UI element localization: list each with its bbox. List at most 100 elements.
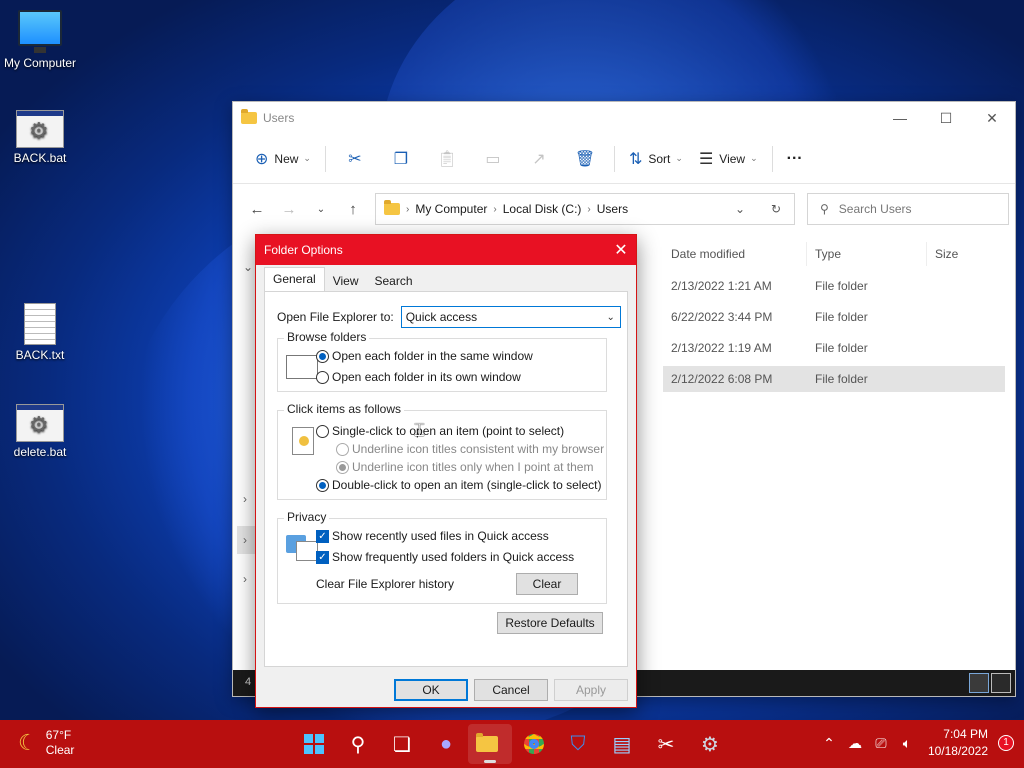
underline-browser-option[interactable]: Underline icon titles consistent with my…	[336, 442, 604, 456]
nav-expand-chevron[interactable]: ›	[243, 572, 247, 586]
privacy-title: Privacy	[284, 510, 330, 524]
column-size[interactable]: Size	[927, 242, 1005, 266]
column-date-modified[interactable]: Date modified	[663, 242, 807, 266]
up-button[interactable]: ↑	[337, 201, 369, 218]
address-bar[interactable]: › My Computer › Local Disk (C:) › Users …	[375, 193, 795, 225]
clear-history-label: Clear File Explorer history	[316, 577, 455, 591]
dialog-tabs: General View Search	[256, 265, 636, 291]
details-view-icon[interactable]	[969, 673, 989, 693]
tab-view[interactable]: View	[325, 271, 367, 291]
weather-widget[interactable]: ☾ 67°F Clear	[18, 728, 74, 758]
file-explorer-taskbar-button[interactable]	[468, 724, 512, 764]
view-button[interactable]: ☰ View ⌄	[691, 143, 766, 175]
table-row-selected[interactable]: 2/12/2022 6:08 PM File folder	[663, 366, 1005, 392]
browse-same-window-option[interactable]: Open each folder in the same window	[316, 349, 533, 363]
notepad-taskbar-button[interactable]: ▤	[600, 724, 644, 764]
clipboard-icon: 📋︎	[436, 150, 458, 168]
cancel-button[interactable]: Cancel	[474, 679, 548, 701]
maximize-button[interactable]: ☐	[923, 102, 969, 134]
camera-chat-icon: ●	[439, 732, 453, 755]
notification-badge[interactable]: 1	[998, 735, 1014, 751]
nav-expand-chevron[interactable]: ⌄	[243, 260, 253, 274]
cut-button[interactable]: ✂	[332, 143, 378, 175]
address-history-icon[interactable]: ⌄	[722, 202, 758, 216]
network-icon[interactable]: ⎚	[868, 735, 894, 752]
close-icon[interactable]: ✕	[606, 240, 636, 260]
desktop-icon-back-txt[interactable]: BACK.txt	[0, 303, 80, 362]
apply-button[interactable]: Apply	[554, 679, 628, 701]
table-row[interactable]: 6/22/2022 3:44 PM File folder	[663, 304, 1005, 330]
nav-expand-chevron[interactable]: ›	[243, 492, 247, 506]
forward-button[interactable]: →	[273, 201, 305, 218]
dialog-titlebar[interactable]: Folder Options ✕	[256, 235, 636, 265]
checkbox-frequent-folders[interactable]: ✓	[316, 550, 329, 564]
chevron-up-icon[interactable]: ⌃	[816, 735, 842, 752]
sort-button[interactable]: ⇅ Sort ⌄	[621, 143, 691, 175]
open-explorer-select[interactable]: Quick access ⌄	[400, 306, 621, 328]
task-view-button[interactable]: ❏	[380, 724, 424, 764]
radio-underline-point[interactable]	[336, 460, 349, 474]
settings-taskbar-button[interactable]: ⚙	[688, 724, 732, 764]
browse-own-window-option[interactable]: Open each folder in its own window	[316, 370, 521, 384]
row-type: File folder	[815, 341, 868, 355]
breadcrumb-users[interactable]: Users	[597, 202, 628, 216]
double-click-option[interactable]: Double-click to open an item (single-cli…	[316, 478, 601, 492]
tab-search[interactable]: Search	[367, 271, 421, 291]
cloud-off-icon[interactable]: ☁	[842, 735, 868, 752]
recent-files-option[interactable]: ✓ Show recently used files in Quick acce…	[316, 529, 549, 543]
address-row: ← → ⌄ ↑ › My Computer › Local Disk (C:) …	[233, 184, 1015, 234]
breadcrumb-my-computer[interactable]: My Computer	[415, 202, 487, 216]
copy-button[interactable]: ❐	[378, 143, 424, 175]
recent-locations-button[interactable]: ⌄	[305, 204, 337, 215]
desktop-icon-delete-bat[interactable]: ⚙ delete.bat	[0, 404, 80, 459]
new-button[interactable]: ⊕ New ⌄	[247, 143, 319, 175]
search-taskbar-button[interactable]: ⚲	[336, 724, 380, 764]
back-button[interactable]: ←	[241, 201, 273, 218]
radio-underline-browser[interactable]	[336, 442, 349, 456]
explorer-titlebar[interactable]: Users — ☐ ✕	[233, 102, 1015, 134]
option-label: Open each folder in the same window	[332, 349, 533, 363]
tab-general[interactable]: General	[264, 267, 325, 291]
table-row[interactable]: 2/13/2022 1:19 AM File folder	[663, 335, 1005, 361]
frequent-folders-option[interactable]: ✓ Show frequently used folders in Quick …	[316, 550, 574, 564]
desktop-icon-back-bat[interactable]: ⚙ BACK.bat	[0, 110, 80, 165]
ok-button[interactable]: OK	[394, 679, 468, 701]
column-type[interactable]: Type	[807, 242, 927, 266]
plus-circle-icon: ⊕	[255, 150, 269, 168]
chevron-down-icon: ⌄	[606, 311, 615, 323]
checkbox-recent-files[interactable]: ✓	[316, 529, 329, 543]
clear-history-button[interactable]: Clear	[516, 573, 578, 595]
radio-same-window[interactable]	[316, 349, 329, 363]
restore-defaults-button[interactable]: Restore Defaults	[497, 612, 603, 634]
desktop-icon-my-computer[interactable]: My Computer	[0, 10, 80, 70]
refresh-icon[interactable]: ↻	[758, 202, 794, 216]
speaker-icon[interactable]: 🔈︎	[894, 735, 920, 752]
sort-label: Sort	[648, 151, 671, 166]
more-options-button[interactable]: ···	[779, 143, 811, 175]
teams-chat-button[interactable]: ●	[424, 724, 468, 764]
chrome-taskbar-button[interactable]	[512, 724, 556, 764]
underline-point-option[interactable]: Underline icon titles only when I point …	[336, 460, 593, 474]
rename-button[interactable]: ▭	[470, 143, 516, 175]
nav-expand-chevron[interactable]: ›	[237, 526, 257, 554]
minimize-button[interactable]: —	[877, 102, 923, 134]
snipping-tool-taskbar-button[interactable]: ✂	[644, 724, 688, 764]
clock[interactable]: 7:04 PM 10/18/2022	[928, 726, 988, 760]
radio-own-window[interactable]	[316, 370, 329, 384]
single-click-option[interactable]: Single-click to open an item (point to s…	[316, 424, 564, 438]
breadcrumb-local-disk[interactable]: Local Disk (C:)	[503, 202, 582, 216]
security-taskbar-button[interactable]: ⛉	[556, 724, 600, 764]
start-button[interactable]	[292, 724, 336, 764]
row-type: File folder	[815, 279, 868, 293]
scissors-icon: ✂	[348, 150, 362, 168]
tiles-view-icon[interactable]	[991, 673, 1011, 693]
paste-button[interactable]: 📋︎	[424, 143, 470, 175]
table-row[interactable]: 2/13/2022 1:21 AM File folder	[663, 273, 1005, 299]
taskbar: ☾ 67°F Clear ⚲ ❏ ● ⛉ ▤ ✂ ⚙ ⌃ ☁ ⎚ 🔈︎ 7:04…	[0, 720, 1024, 768]
radio-double-click[interactable]	[316, 478, 329, 492]
radio-single-click[interactable]	[316, 424, 329, 438]
search-box[interactable]: ⚲ Search Users	[807, 193, 1009, 225]
delete-button[interactable]: 🗑︎	[562, 143, 608, 175]
share-button[interactable]: ↗	[516, 143, 562, 175]
close-button[interactable]: ✕	[969, 102, 1015, 134]
